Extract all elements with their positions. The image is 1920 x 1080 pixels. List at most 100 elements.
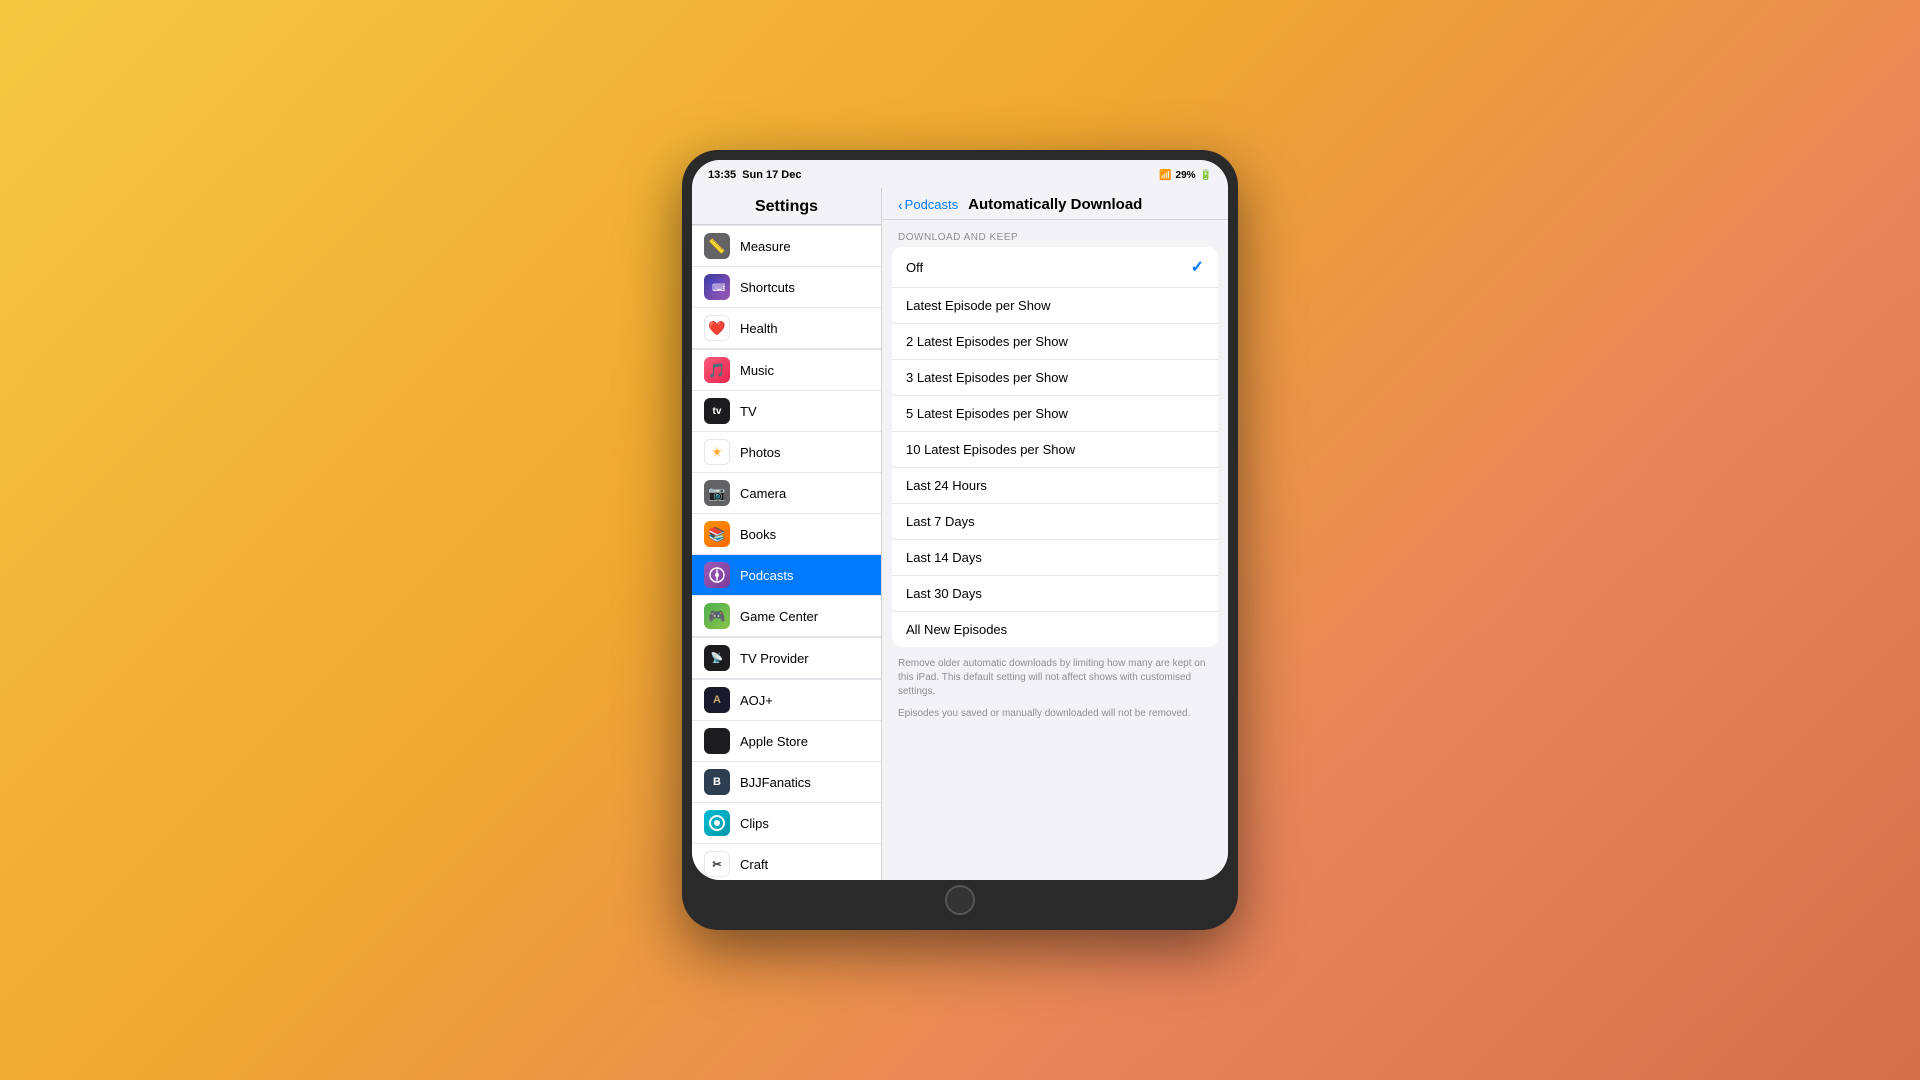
sidebar-item-books[interactable]: 📚 Books bbox=[692, 514, 881, 555]
tv-icon: tv bbox=[704, 398, 730, 424]
checkmark-off: ✓ bbox=[1191, 257, 1204, 277]
ipad-screen: 13:35 Sun 17 Dec 📶 29% 🔋 Settings 📏 Meas… bbox=[692, 160, 1228, 880]
aoj-label: AOJ+ bbox=[740, 693, 773, 708]
sidebar-item-camera[interactable]: 📷 Camera bbox=[692, 473, 881, 514]
sidebar-item-clips[interactable]: Clips bbox=[692, 803, 881, 844]
panel-content: DOWNLOAD AND KEEP Off ✓ Latest Episode p… bbox=[882, 220, 1228, 880]
option-off[interactable]: Off ✓ bbox=[892, 247, 1218, 288]
option-last-14[interactable]: Last 14 Days bbox=[892, 540, 1218, 576]
shortcuts-icon: ⌨ bbox=[704, 274, 730, 300]
sidebar-item-aoj[interactable]: A AOJ+ bbox=[692, 679, 881, 721]
clips-label: Clips bbox=[740, 816, 769, 831]
option-latest-2[interactable]: 2 Latest Episodes per Show bbox=[892, 324, 1218, 360]
health-label: Health bbox=[740, 321, 778, 336]
option-latest-5[interactable]: 5 Latest Episodes per Show bbox=[892, 396, 1218, 432]
option-last-24-label: Last 24 Hours bbox=[906, 478, 987, 493]
clips-icon bbox=[704, 810, 730, 836]
sidebar-group-3: 📡 TV Provider bbox=[692, 637, 881, 679]
sidebar-item-tv[interactable]: tv TV bbox=[692, 391, 881, 432]
sidebar-item-measure[interactable]: 📏 Measure bbox=[692, 225, 881, 267]
option-latest-2-label: 2 Latest Episodes per Show bbox=[906, 334, 1068, 349]
books-label: Books bbox=[740, 527, 776, 542]
sidebar-item-photos[interactable]: Photos bbox=[692, 432, 881, 473]
time-display: 13:35 bbox=[708, 169, 736, 181]
back-link[interactable]: ‹ Podcasts bbox=[898, 197, 958, 213]
svg-text:⌨: ⌨ bbox=[712, 283, 725, 294]
sidebar-item-bjj[interactable]: B BJJFanatics bbox=[692, 762, 881, 803]
option-off-label: Off bbox=[906, 260, 923, 275]
applestore-icon bbox=[704, 728, 730, 754]
measure-icon: 📏 bbox=[704, 233, 730, 259]
sidebar-item-applestore[interactable]: Apple Store bbox=[692, 721, 881, 762]
books-icon: 📚 bbox=[704, 521, 730, 547]
option-all-new[interactable]: All New Episodes bbox=[892, 612, 1218, 647]
option-last-30-label: Last 30 Days bbox=[906, 586, 982, 601]
camera-label: Camera bbox=[740, 486, 786, 501]
status-bar: 13:35 Sun 17 Dec 📶 29% 🔋 bbox=[692, 160, 1228, 188]
main-content: Settings 📏 Measure ⌨ Shortcuts ❤️ bbox=[692, 188, 1228, 880]
applestore-label: Apple Store bbox=[740, 734, 808, 749]
aoj-icon: A bbox=[704, 687, 730, 713]
ipad-frame: 13:35 Sun 17 Dec 📶 29% 🔋 Settings 📏 Meas… bbox=[682, 150, 1238, 930]
sidebar-item-health[interactable]: ❤️ Health bbox=[692, 308, 881, 349]
right-panel: ‹ Podcasts Automatically Download DOWNLO… bbox=[882, 188, 1228, 880]
sidebar-item-music[interactable]: 🎵 Music bbox=[692, 349, 881, 391]
podcasts-icon bbox=[704, 562, 730, 588]
status-right: 📶 29% 🔋 bbox=[1159, 170, 1212, 181]
option-last-30[interactable]: Last 30 Days bbox=[892, 576, 1218, 612]
option-latest-3-label: 3 Latest Episodes per Show bbox=[906, 370, 1068, 385]
measure-label: Measure bbox=[740, 239, 791, 254]
footnote-2: Episodes you saved or manually downloade… bbox=[892, 707, 1218, 721]
camera-icon: 📷 bbox=[704, 480, 730, 506]
wifi-icon: 📶 bbox=[1159, 170, 1171, 181]
option-last-24[interactable]: Last 24 Hours bbox=[892, 468, 1218, 504]
bjj-label: BJJFanatics bbox=[740, 775, 811, 790]
sidebar-title: Settings bbox=[692, 188, 881, 225]
footnote-1: Remove older automatic downloads by limi… bbox=[892, 657, 1218, 699]
craft-icon: ✂ bbox=[704, 851, 730, 877]
health-icon: ❤️ bbox=[704, 315, 730, 341]
sidebar: Settings 📏 Measure ⌨ Shortcuts ❤️ bbox=[692, 188, 882, 880]
podcasts-label: Podcasts bbox=[740, 568, 793, 583]
photos-icon bbox=[704, 439, 730, 465]
panel-header: ‹ Podcasts Automatically Download bbox=[882, 188, 1228, 220]
status-left: 13:35 Sun 17 Dec bbox=[708, 169, 801, 181]
option-last-7-label: Last 7 Days bbox=[906, 514, 975, 529]
tvprovider-label: TV Provider bbox=[740, 651, 809, 666]
sidebar-item-shortcuts[interactable]: ⌨ Shortcuts bbox=[692, 267, 881, 308]
music-label: Music bbox=[740, 363, 774, 378]
options-list: Off ✓ Latest Episode per Show 2 Latest E… bbox=[892, 247, 1218, 647]
option-latest-1[interactable]: Latest Episode per Show bbox=[892, 288, 1218, 324]
gamecenter-icon: 🎮 bbox=[704, 603, 730, 629]
sidebar-group-4: A AOJ+ Apple Store B bbox=[692, 679, 881, 880]
battery-display: 29% bbox=[1176, 170, 1196, 181]
option-latest-10-label: 10 Latest Episodes per Show bbox=[906, 442, 1075, 457]
option-last-7[interactable]: Last 7 Days bbox=[892, 504, 1218, 540]
option-latest-1-label: Latest Episode per Show bbox=[906, 298, 1051, 313]
gamecenter-label: Game Center bbox=[740, 609, 818, 624]
music-icon: 🎵 bbox=[704, 357, 730, 383]
option-all-new-label: All New Episodes bbox=[906, 622, 1007, 637]
panel-title: Automatically Download bbox=[968, 196, 1142, 213]
photos-label: Photos bbox=[740, 445, 780, 460]
tv-label: TV bbox=[740, 404, 757, 419]
option-latest-3[interactable]: 3 Latest Episodes per Show bbox=[892, 360, 1218, 396]
battery-icon: 🔋 bbox=[1200, 170, 1212, 181]
back-label: Podcasts bbox=[905, 197, 958, 212]
shortcuts-label: Shortcuts bbox=[740, 280, 795, 295]
home-button[interactable] bbox=[945, 885, 975, 915]
sidebar-group-1: 📏 Measure ⌨ Shortcuts ❤️ Health bbox=[692, 225, 881, 349]
option-last-14-label: Last 14 Days bbox=[906, 550, 982, 565]
tvprovider-icon: 📡 bbox=[704, 645, 730, 671]
ipad-home-bar bbox=[692, 880, 1228, 920]
date-display: Sun 17 Dec bbox=[742, 169, 801, 181]
option-latest-5-label: 5 Latest Episodes per Show bbox=[906, 406, 1068, 421]
sidebar-item-podcasts[interactable]: Podcasts bbox=[692, 555, 881, 596]
sidebar-item-tvprovider[interactable]: 📡 TV Provider bbox=[692, 637, 881, 679]
bjj-icon: B bbox=[704, 769, 730, 795]
sidebar-item-gamecenter[interactable]: 🎮 Game Center bbox=[692, 596, 881, 637]
sidebar-item-craft[interactable]: ✂ Craft bbox=[692, 844, 881, 880]
section-label: DOWNLOAD AND KEEP bbox=[892, 232, 1218, 243]
sidebar-group-2: 🎵 Music tv TV bbox=[692, 349, 881, 637]
option-latest-10[interactable]: 10 Latest Episodes per Show bbox=[892, 432, 1218, 468]
